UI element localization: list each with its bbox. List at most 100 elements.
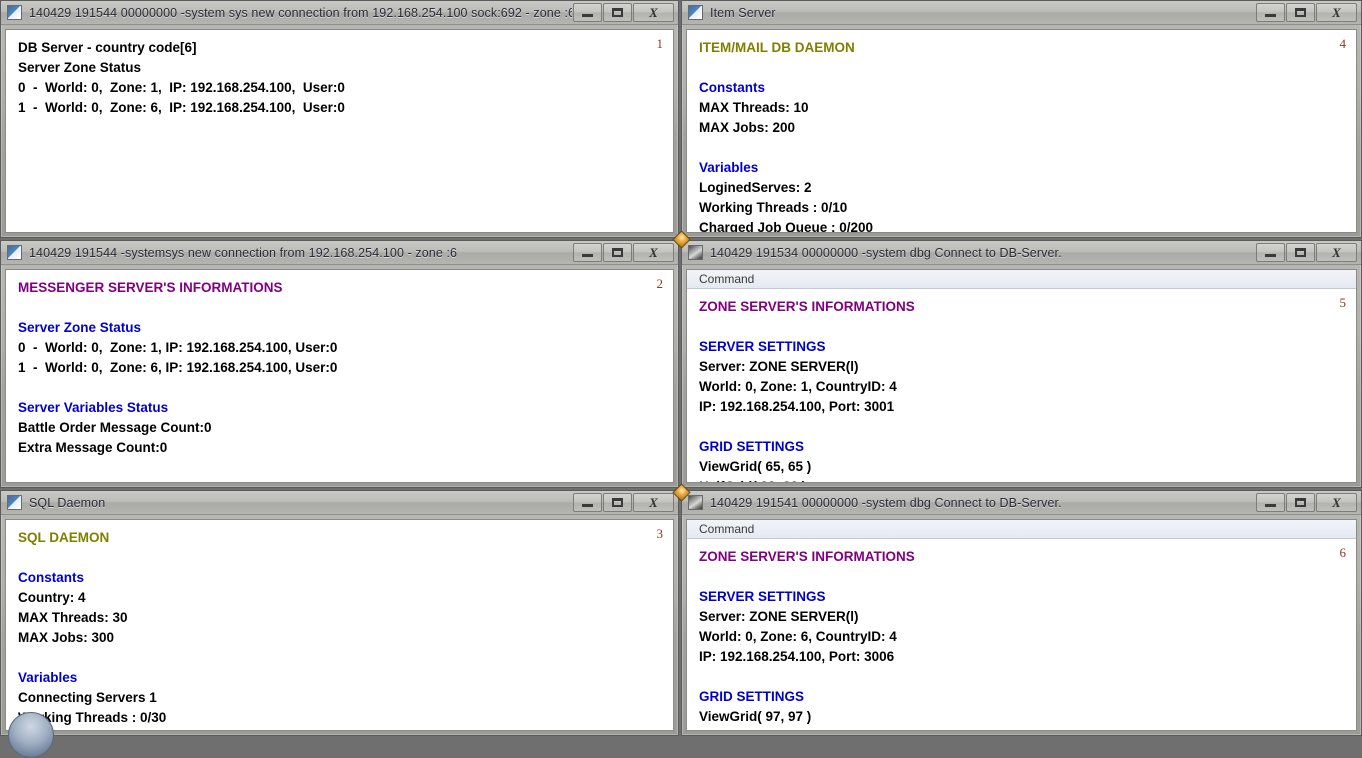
maximize-button[interactable] xyxy=(603,3,632,22)
log-line: ViewGrid( 65, 65 ) xyxy=(699,459,812,474)
menu-item-command[interactable]: Command xyxy=(695,272,758,286)
maximize-button[interactable] xyxy=(603,243,632,262)
maximize-icon xyxy=(612,498,623,507)
window-title: 140429 191544 00000000 -system sys new c… xyxy=(29,5,572,20)
window-zone-server-1[interactable]: 140429 191534 00000000 -system dbg Conne… xyxy=(681,240,1362,488)
titlebar-sql-daemon[interactable]: SQL Daemon X xyxy=(1,491,678,515)
titlebar-zone-server-1[interactable]: 140429 191534 00000000 -system dbg Conne… xyxy=(682,241,1361,265)
log-line: Server: ZONE SERVER(l) xyxy=(699,359,859,374)
minimize-button[interactable] xyxy=(573,243,602,262)
window-sql-daemon[interactable]: SQL Daemon X 3 SQL DAEMON Constants Coun… xyxy=(0,490,679,736)
minimize-button[interactable] xyxy=(573,3,602,22)
client-area-sql-daemon: 3 SQL DAEMON Constants Country: 4 MAX Th… xyxy=(5,519,674,731)
window-messenger-server[interactable]: 140429 191544 -systemsys new connection … xyxy=(0,240,679,488)
log-line: World: 0, Zone: 1, CountryID: 4 xyxy=(699,379,897,394)
panel-sequence-number: 1 xyxy=(656,36,664,51)
start-orb[interactable] xyxy=(8,712,54,758)
close-button[interactable]: X xyxy=(1316,3,1357,22)
photo-icon xyxy=(688,495,703,510)
window-item-server[interactable]: Item Server X 4 ITEM/MAIL DB DAEMON Cons… xyxy=(681,0,1362,238)
app-icon xyxy=(688,5,703,20)
minimize-button[interactable] xyxy=(1256,243,1285,262)
maximize-icon xyxy=(1295,248,1306,257)
window-controls: X xyxy=(1255,493,1357,512)
minimize-icon xyxy=(1265,14,1276,17)
log-spacer xyxy=(18,378,663,398)
maximize-button[interactable] xyxy=(603,493,632,512)
window-controls: X xyxy=(572,3,674,22)
minimize-button[interactable] xyxy=(1256,493,1285,512)
minimize-icon xyxy=(582,504,593,507)
log-heading: ITEM/MAIL DB DAEMON xyxy=(699,40,855,55)
titlebar-db-server[interactable]: 140429 191544 00000000 -system sys new c… xyxy=(1,1,678,25)
maximize-button[interactable] xyxy=(1286,3,1315,22)
log-line: Server Zone Status xyxy=(18,60,142,75)
log-subheading: Variables xyxy=(18,670,78,685)
log-spacer xyxy=(699,58,1346,78)
window-title: 140429 191544 -systemsys new connection … xyxy=(29,245,458,260)
content-panel: 3 SQL DAEMON Constants Country: 4 MAX Th… xyxy=(6,520,673,728)
log-line: MAX Threads: 10 xyxy=(699,100,809,115)
log-subheading: Constants xyxy=(699,80,766,95)
log-line: 0 - World: 0, Zone: 1, IP: 192.168.254.1… xyxy=(18,80,345,95)
app-icon xyxy=(7,245,22,260)
log-line: Country: 4 xyxy=(18,590,86,605)
maximize-button[interactable] xyxy=(1286,243,1315,262)
minimize-button[interactable] xyxy=(573,493,602,512)
log-heading: MESSENGER SERVER'S INFORMATIONS xyxy=(18,280,283,295)
titlebar-item-server[interactable]: Item Server X xyxy=(682,1,1361,25)
menubar[interactable]: Command xyxy=(687,520,1356,539)
window-zone-server-6[interactable]: 140429 191541 00000000 -system dbg Conne… xyxy=(681,490,1362,736)
log-subheading: SERVER SETTINGS xyxy=(699,339,826,354)
close-button[interactable]: X xyxy=(633,3,674,22)
log-line: Connecting Servers 1 xyxy=(18,690,157,705)
close-icon: X xyxy=(1332,245,1341,260)
app-icon xyxy=(7,5,22,20)
content-panel: 6 ZONE SERVER'S INFORMATIONS SERVER SETT… xyxy=(687,539,1356,730)
log-line: Extra Message Count:0 xyxy=(18,440,168,455)
log-spacer xyxy=(699,667,1346,687)
close-button[interactable]: X xyxy=(633,243,674,262)
titlebar-zone-server-6[interactable]: 140429 191541 00000000 -system dbg Conne… xyxy=(682,491,1361,515)
client-area-db-server: 1 DB Server - country code[6] Server Zon… xyxy=(5,29,674,233)
log-line: 0 - World: 0, Zone: 1, IP: 192.168.254.1… xyxy=(18,340,338,355)
log-subheading: Constants xyxy=(18,570,85,585)
content-panel: 5 ZONE SERVER'S INFORMATIONS SERVER SETT… xyxy=(687,289,1356,482)
log-line: Battle Order Message Count:0 xyxy=(18,420,212,435)
log-spacer xyxy=(699,317,1346,337)
close-button[interactable]: X xyxy=(1316,243,1357,262)
menu-item-command[interactable]: Command xyxy=(695,522,758,536)
log-line: 1 - World: 0, Zone: 6, IP: 192.168.254.1… xyxy=(18,100,345,115)
close-button[interactable]: X xyxy=(1316,493,1357,512)
window-db-server[interactable]: 140429 191544 00000000 -system sys new c… xyxy=(0,0,679,238)
log-line: HalfGrid( 32, 32 ) xyxy=(699,477,1346,482)
log-spacer xyxy=(18,648,663,668)
content-panel: 2 MESSENGER SERVER'S INFORMATIONS Server… xyxy=(6,270,673,458)
content-panel: 1 DB Server - country code[6] Server Zon… xyxy=(6,30,673,118)
maximize-icon xyxy=(1295,8,1306,17)
log-subheading: Server Variables Status xyxy=(18,400,169,415)
window-title: 140429 191534 00000000 -system dbg Conne… xyxy=(710,245,1062,260)
log-spacer xyxy=(18,298,663,318)
window-controls: X xyxy=(1255,243,1357,262)
minimize-button[interactable] xyxy=(1256,3,1285,22)
client-area-item-server: 4 ITEM/MAIL DB DAEMON Constants MAX Thre… xyxy=(686,29,1357,233)
log-subheading: Server Zone Status xyxy=(18,320,142,335)
close-button[interactable]: X xyxy=(633,493,674,512)
log-spacer xyxy=(699,567,1346,587)
log-line: Server: ZONE SERVER(l) xyxy=(699,609,859,624)
minimize-icon xyxy=(582,254,593,257)
window-controls: X xyxy=(572,493,674,512)
menubar[interactable]: Command xyxy=(687,270,1356,289)
log-line: Working Threads : 0/30 xyxy=(18,710,167,725)
window-controls: X xyxy=(572,243,674,262)
log-heading: ZONE SERVER'S INFORMATIONS xyxy=(699,549,915,564)
maximize-icon xyxy=(612,248,623,257)
close-icon: X xyxy=(649,495,658,510)
log-line: MAX Threads: 30 xyxy=(18,610,128,625)
panel-sequence-number: 6 xyxy=(1339,545,1347,560)
maximize-icon xyxy=(1295,498,1306,507)
titlebar-messenger-server[interactable]: 140429 191544 -systemsys new connection … xyxy=(1,241,678,265)
maximize-button[interactable] xyxy=(1286,493,1315,512)
log-heading: SQL DAEMON xyxy=(18,530,110,545)
